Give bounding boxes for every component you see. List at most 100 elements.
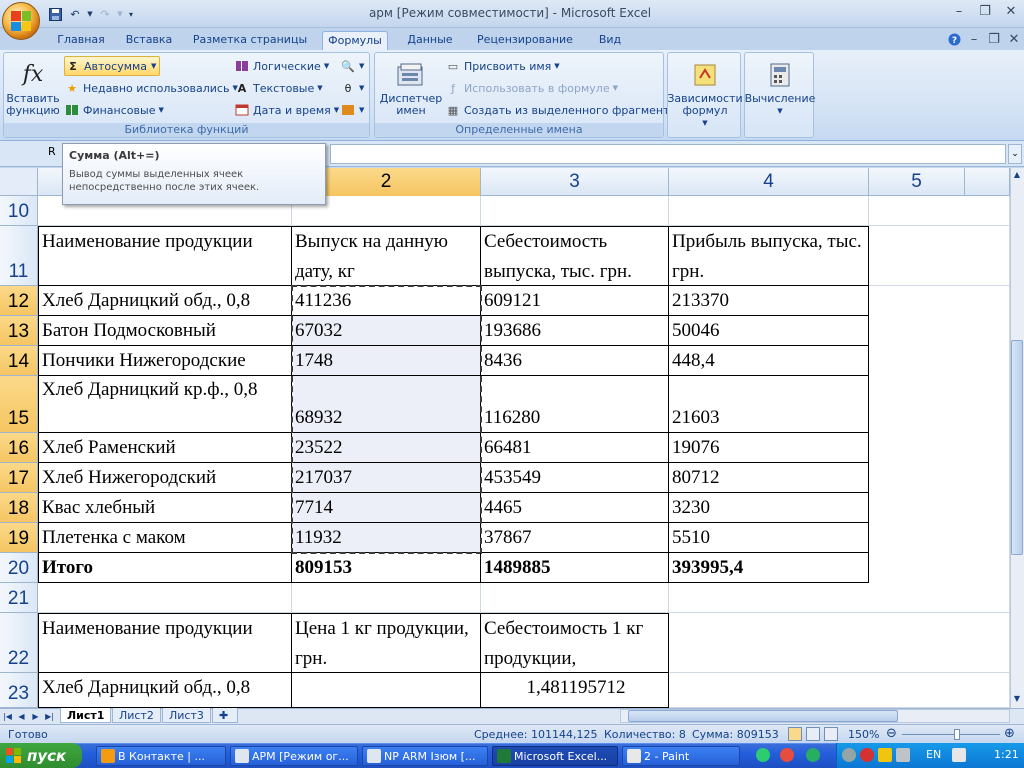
datetime-button[interactable]: Дата и время ▼ [234, 100, 339, 120]
tray-app-icon[interactable] [878, 748, 892, 762]
table-cell[interactable]: 21603 [669, 376, 869, 433]
name-manager-button[interactable]: Диспетчер имен [378, 59, 444, 117]
row-header-18[interactable]: 18 [0, 493, 38, 523]
tab-data[interactable]: Данные [400, 31, 460, 50]
close-icon[interactable]: ✕ [998, 0, 1024, 22]
use-in-formula-button[interactable]: ƒ Использовать в формуле ▼ [445, 78, 618, 98]
table-cell[interactable]: Хлеб Нижегородский [38, 463, 292, 493]
zoom-out-icon[interactable]: ⊖ [886, 726, 897, 741]
insert-function-button[interactable]: fx Вставить функцию [6, 59, 60, 117]
tab-review[interactable]: Рецензирование [470, 31, 580, 50]
zoom-in-icon[interactable]: ⊕ [1004, 726, 1015, 741]
calculation-button[interactable]: Вычисление ▼ [745, 59, 815, 117]
tab-formulas[interactable]: Формулы [322, 31, 388, 50]
table-cell[interactable]: Пончики Нижегородские [38, 346, 292, 376]
status-average[interactable]: Среднее: 101144,125 [474, 728, 597, 741]
row-header-20[interactable]: 20 [0, 553, 38, 583]
cell-empty[interactable] [869, 226, 1010, 286]
math-button[interactable]: θ ▼ [340, 78, 365, 98]
table-cell[interactable]: 5510 [669, 523, 869, 553]
taskbar-item-paint[interactable]: 2 - Paint [622, 746, 740, 766]
workbook-restore-icon[interactable]: ❐ [984, 28, 1004, 50]
table-cell[interactable]: Хлеб Дарницкий обд., 0,8 [38, 286, 292, 316]
start-button[interactable]: пуск [0, 743, 82, 768]
table2-cell[interactable]: Хлеб Дарницкий обд., 0,8 [38, 673, 292, 708]
total-label-cell[interactable]: Итого [38, 553, 292, 583]
cell-empty[interactable] [869, 196, 1010, 226]
workbook-minimize-icon[interactable]: – [964, 28, 984, 50]
table-cell[interactable]: 4465 [481, 493, 669, 523]
scroll-down-icon[interactable]: ▼ [1011, 694, 1023, 706]
recently-used-button[interactable]: ★ Недавно использовались ▼ [64, 78, 238, 98]
table-header-cell[interactable]: Наименование продукции [38, 226, 292, 286]
taskbar-item-np-arm[interactable]: NP ARM Ізюм [... [362, 746, 488, 766]
autosum-dropdown-icon[interactable]: ▼ [151, 62, 156, 70]
undo-icon[interactable]: ↶ [66, 6, 84, 22]
minimize-icon[interactable]: – [946, 0, 972, 22]
row-header-14[interactable]: 14 [0, 346, 38, 376]
row-header-11[interactable]: 11 [0, 226, 38, 286]
text-functions-button[interactable]: A Текстовые ▼ [234, 78, 323, 98]
tab-view[interactable]: Вид [590, 31, 630, 50]
prev-sheet-icon[interactable]: ◀ [16, 710, 27, 722]
table-cell[interactable]: 19076 [669, 433, 869, 463]
sheet-tab-1[interactable]: Лист1 [60, 708, 112, 723]
row-header-22[interactable]: 22 [0, 613, 38, 673]
row-header-23[interactable]: 23 [0, 673, 38, 708]
maximize-icon[interactable]: ❐ [972, 0, 998, 22]
column-header-5[interactable]: 5 [869, 168, 965, 196]
total-cell[interactable]: 393995,4 [669, 553, 869, 583]
language-indicator[interactable]: EN [926, 748, 941, 761]
expand-formula-bar-icon[interactable]: ⌄ [1008, 144, 1022, 164]
table-cell[interactable]: 213370 [669, 286, 869, 316]
last-sheet-icon[interactable]: ▶| [44, 710, 55, 722]
taskbar-item-vkontakte[interactable]: В Контакте | ... [96, 746, 226, 766]
table-cell[interactable]: 68932 [292, 376, 481, 433]
help-icon[interactable]: ? [944, 28, 964, 50]
normal-view-icon[interactable] [788, 727, 802, 741]
column-header-6[interactable] [965, 168, 1010, 196]
table-cell[interactable]: 453549 [481, 463, 669, 493]
table-cell[interactable]: 609121 [481, 286, 669, 316]
dependencies-button[interactable]: Зависимости формул ▼ [667, 59, 743, 129]
cell-empty[interactable] [869, 286, 1010, 583]
table-cell[interactable]: 193686 [481, 316, 669, 346]
redo-dropdown-icon[interactable]: ▼ [116, 6, 124, 22]
table-cell[interactable]: 50046 [669, 316, 869, 346]
column-header-4[interactable]: 4 [669, 168, 869, 196]
row-header-16[interactable]: 16 [0, 433, 38, 463]
cell-empty[interactable] [38, 583, 292, 613]
table-cell[interactable]: Хлеб Дарницкий кр.ф., 0,8 [38, 376, 292, 433]
table-header-cell[interactable]: Себестоимость выпуска, тыс. грн. [481, 226, 669, 286]
table-cell[interactable]: 7714 [292, 493, 481, 523]
row-header-19[interactable]: 19 [0, 523, 38, 553]
office-button[interactable] [2, 2, 40, 40]
tab-insert[interactable]: Вставка [120, 31, 178, 50]
table2-cell[interactable]: 1,481195712 [481, 673, 669, 708]
table2-cell[interactable] [292, 673, 481, 708]
table-cell[interactable]: 8436 [481, 346, 669, 376]
total-cell[interactable]: 809153 [292, 553, 481, 583]
page-layout-view-icon[interactable] [806, 727, 820, 741]
create-from-selection-button[interactable]: ▦ Создать из выделенного фрагмента [445, 100, 676, 120]
table-cell[interactable]: 80712 [669, 463, 869, 493]
zoom-slider-track[interactable] [902, 734, 1000, 735]
table-header-cell[interactable]: Прибыль выпуска, тыс. грн. [669, 226, 869, 286]
tray-app-icon[interactable] [756, 748, 770, 762]
autosum-button[interactable]: Σ Автосумма ▼ [64, 56, 161, 76]
customize-qat-icon[interactable]: ▾ [126, 6, 136, 22]
table-cell[interactable]: 3230 [669, 493, 869, 523]
row-header-12[interactable]: 12 [0, 286, 38, 316]
clock[interactable]: 1:21 [994, 748, 1019, 761]
total-cell[interactable]: 1489885 [481, 553, 669, 583]
redo-icon[interactable]: ↷ [96, 6, 114, 22]
table-header-cell[interactable]: Выпуск на данную дату, кг [292, 226, 481, 286]
tray-app-icon[interactable] [806, 748, 820, 762]
column-header-3[interactable]: 3 [481, 168, 669, 196]
formula-input[interactable] [330, 144, 1006, 164]
status-sum[interactable]: Сумма: 809153 [692, 728, 779, 741]
table2-header-cell[interactable]: Цена 1 кг продукции, грн. [292, 613, 481, 673]
table-cell[interactable]: 11932 [292, 523, 481, 553]
volume-icon[interactable] [952, 748, 966, 762]
chrome-icon[interactable] [780, 748, 794, 762]
